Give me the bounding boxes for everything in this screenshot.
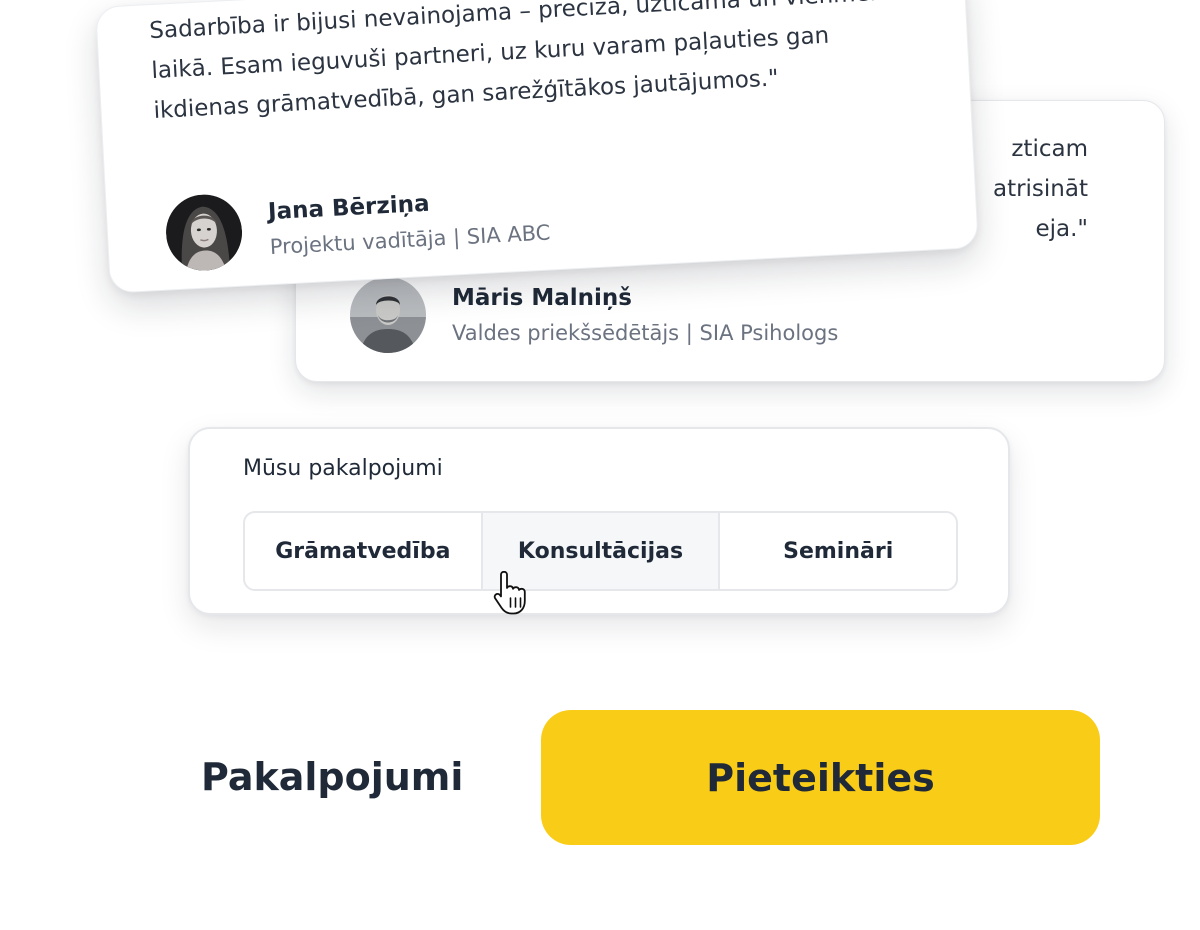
services-title: Mūsu pakalpojumi	[243, 456, 443, 481]
tab-gramatvediba[interactable]: Grāmatvedība	[245, 513, 481, 589]
author-role: Valdes priekšsēdētājs | SIA Psihologs	[452, 320, 839, 345]
testimonial-author-back: Māris Malniņš Valdes priekšsēdētājs | SI…	[350, 277, 838, 353]
testimonial-card-front: Sadarbība ir bijusi nevainojama – precīz…	[95, 0, 979, 294]
services-card: Mūsu pakalpojumi Grāmatvedība Konsultāci…	[188, 427, 1010, 615]
tab-konsultacijas[interactable]: Konsultācijas	[480, 513, 719, 589]
author-info-front: Jana Bērziņa Projektu vadītāja | SIA ABC	[267, 182, 551, 262]
avatar-jana	[164, 192, 244, 273]
apply-button[interactable]: Pieteikties	[541, 710, 1100, 845]
testimonial-quote-front: Sadarbība ir bijusi nevainojama – precīz…	[148, 0, 880, 125]
avatar-maris	[350, 277, 426, 353]
services-tabs: Grāmatvedība Konsultācijas Semināri	[243, 511, 958, 591]
author-info-back: Māris Malniņš Valdes priekšsēdētājs | SI…	[452, 283, 838, 348]
tab-seminari[interactable]: Semināri	[718, 513, 956, 589]
services-link[interactable]: Pakalpojumi	[201, 752, 463, 802]
stage: zticam atrisināt eja." Māris Malniņš Val…	[0, 0, 1200, 930]
author-name: Māris Malniņš	[452, 284, 632, 311]
testimonial-author-front: Jana Bērziņa Projektu vadītāja | SIA ABC	[164, 177, 551, 273]
